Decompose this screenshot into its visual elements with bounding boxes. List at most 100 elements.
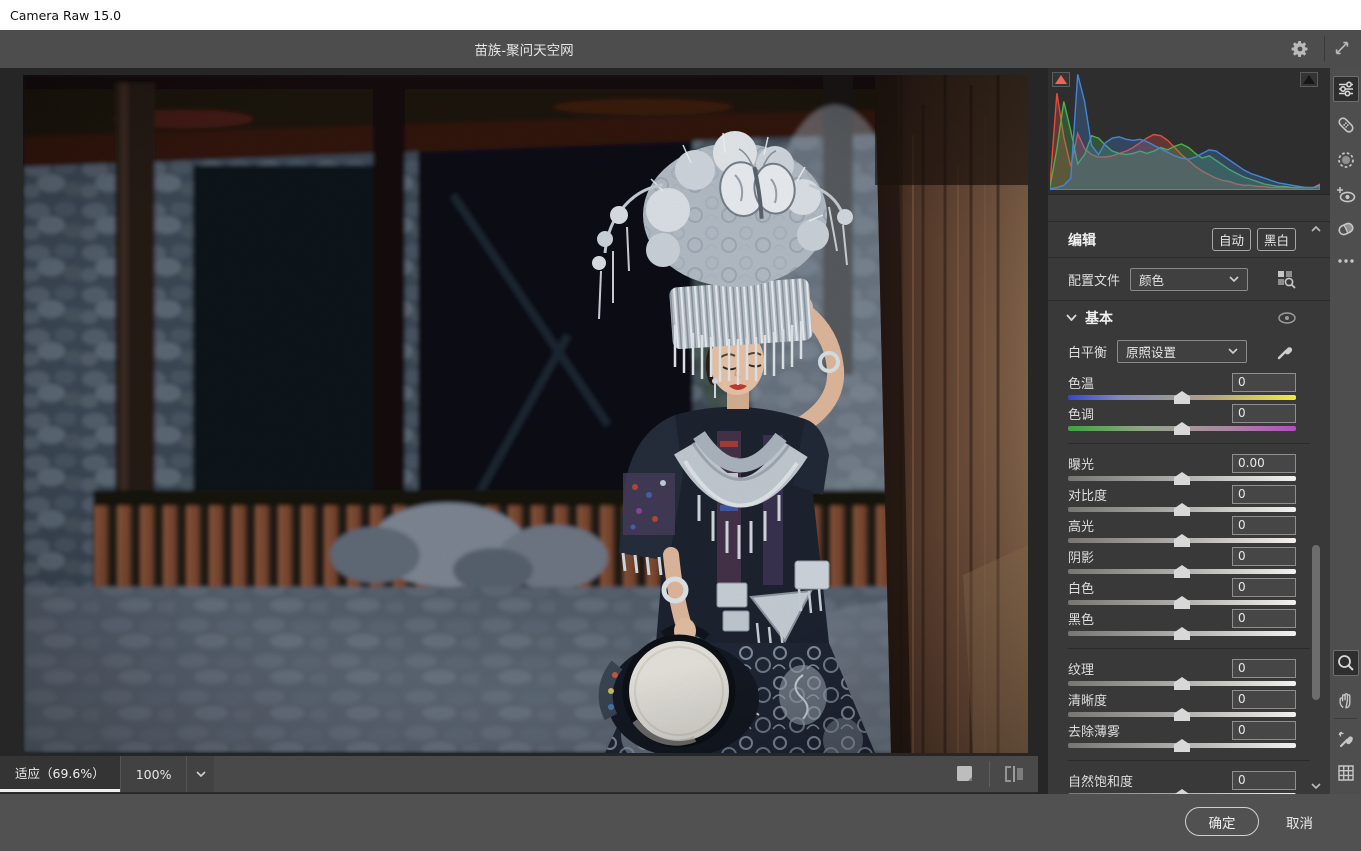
slider-track[interactable] bbox=[1068, 507, 1296, 512]
slider-thumb[interactable] bbox=[1174, 627, 1190, 640]
slider-track[interactable] bbox=[1068, 476, 1296, 481]
slider-value-field[interactable]: 0 bbox=[1232, 609, 1296, 628]
image-canvas bbox=[0, 68, 1038, 756]
slider-track[interactable] bbox=[1068, 631, 1296, 636]
masking-icon[interactable] bbox=[1333, 147, 1359, 173]
edit-title: 编辑 bbox=[1068, 230, 1096, 250]
profile-label: 配置文件 bbox=[1068, 270, 1120, 289]
slider-row-4: 高光 0 bbox=[1068, 515, 1296, 546]
grid-overlay-icon[interactable] bbox=[1333, 760, 1359, 786]
slider-value-field[interactable]: 0 bbox=[1232, 373, 1296, 392]
slider-label: 去除薄雾 bbox=[1068, 721, 1120, 740]
scroll-up-icon[interactable] bbox=[1308, 222, 1324, 236]
histogram-channel-blue bbox=[1050, 74, 1320, 190]
before-after-view-icon[interactable] bbox=[1002, 762, 1026, 786]
slider-row-11: 自然饱和度 0 bbox=[1068, 770, 1296, 795]
photo-grain bbox=[23, 75, 1028, 753]
auto-button[interactable]: 自动 bbox=[1212, 228, 1251, 251]
panel-scrollbar[interactable] bbox=[1308, 222, 1324, 793]
black-white-button[interactable]: 黑白 bbox=[1257, 228, 1296, 251]
slider-label: 色调 bbox=[1068, 404, 1094, 423]
edit-panel: 编辑 自动 黑白 配置文件 颜色 基本 白平衡 原照设置 bbox=[1048, 68, 1330, 795]
window-titlebar: Camera Raw 15.0 bbox=[0, 0, 1361, 30]
basic-section-header[interactable]: 基本 bbox=[1048, 301, 1330, 334]
chevron-down-icon bbox=[196, 771, 206, 777]
slider-value-field[interactable]: 0 bbox=[1232, 516, 1296, 535]
slider-row-3: 对比度 0 bbox=[1068, 484, 1296, 515]
slider-row-0: 色温 0 bbox=[1068, 372, 1296, 403]
section-divider bbox=[1068, 648, 1310, 649]
chevron-down-icon bbox=[1066, 314, 1077, 321]
white-balance-row: 白平衡 原照设置 bbox=[1048, 334, 1330, 368]
section-divider bbox=[1068, 760, 1310, 761]
slider-label: 清晰度 bbox=[1068, 690, 1107, 709]
zoom-level-dropdown[interactable] bbox=[186, 756, 214, 792]
profile-browser-icon[interactable] bbox=[1276, 269, 1296, 289]
slider-value-field[interactable]: 0 bbox=[1232, 771, 1296, 790]
document-header: 苗族-聚问天空网 bbox=[0, 30, 1361, 68]
section-visibility-eye-icon[interactable] bbox=[1278, 312, 1296, 324]
slider-row-6: 白色 0 bbox=[1068, 577, 1296, 608]
red-eye-icon[interactable] bbox=[1333, 182, 1359, 208]
slider-track[interactable] bbox=[1068, 743, 1296, 748]
slider-value-field[interactable]: 0 bbox=[1232, 659, 1296, 678]
slider-row-1: 色调 0 bbox=[1068, 403, 1296, 434]
zoom-level-value[interactable]: 100% bbox=[120, 756, 187, 792]
slider-thumb[interactable] bbox=[1174, 422, 1190, 435]
basic-section-title: 基本 bbox=[1085, 308, 1113, 328]
more-options-icon[interactable] bbox=[1333, 248, 1359, 274]
presets-icon[interactable] bbox=[1333, 216, 1359, 242]
slider-track[interactable] bbox=[1068, 681, 1296, 686]
slider-track[interactable] bbox=[1068, 712, 1296, 717]
slider-value-field[interactable]: 0 bbox=[1232, 721, 1296, 740]
white-balance-label: 白平衡 bbox=[1068, 342, 1107, 361]
healing-icon[interactable] bbox=[1333, 112, 1359, 138]
slider-row-7: 黑色 0 bbox=[1068, 608, 1296, 639]
slider-track[interactable] bbox=[1068, 569, 1296, 574]
scrollbar-thumb[interactable] bbox=[1312, 545, 1320, 700]
histogram-plot bbox=[1050, 72, 1320, 190]
tools-rail bbox=[1330, 68, 1361, 795]
histogram[interactable] bbox=[1048, 68, 1330, 195]
edit-header-row: 编辑 自动 黑白 bbox=[1048, 222, 1330, 258]
slider-value-field[interactable]: 0 bbox=[1232, 690, 1296, 709]
white-balance-select[interactable]: 原照设置 bbox=[1117, 340, 1247, 363]
hand-icon[interactable] bbox=[1333, 687, 1359, 713]
cancel-button[interactable]: 取消 bbox=[1278, 807, 1321, 836]
ok-button[interactable]: 确定 bbox=[1185, 807, 1259, 836]
white-balance-picker-icon[interactable] bbox=[1333, 726, 1359, 752]
slider-value-field[interactable]: 0 bbox=[1232, 547, 1296, 566]
highlight-clipping-toggle[interactable] bbox=[1300, 72, 1318, 87]
preview-toggle-icon[interactable] bbox=[953, 762, 977, 786]
slider-value-field[interactable]: 0 bbox=[1232, 404, 1296, 423]
highlight-clipping-icon bbox=[1303, 75, 1315, 84]
slider-track[interactable] bbox=[1068, 600, 1296, 605]
slider-thumb[interactable] bbox=[1174, 739, 1190, 752]
slider-label: 阴影 bbox=[1068, 547, 1094, 566]
dialog-footer: 确定 取消 bbox=[0, 794, 1361, 851]
zoom-icon[interactable] bbox=[1333, 650, 1359, 676]
profile-row: 配置文件 颜色 bbox=[1048, 258, 1330, 301]
settings-gear-icon[interactable] bbox=[1290, 39, 1310, 59]
toggle-fullscreen-icon[interactable] bbox=[1333, 39, 1353, 59]
slider-row-8: 纹理 0 bbox=[1068, 658, 1296, 689]
slider-track[interactable] bbox=[1068, 426, 1296, 431]
slider-value-field[interactable]: 0 bbox=[1232, 578, 1296, 597]
profile-selected-value: 颜色 bbox=[1139, 270, 1221, 289]
zoombar-divider bbox=[989, 761, 990, 787]
slider-value-field[interactable]: 0 bbox=[1232, 485, 1296, 504]
shadow-clipping-toggle[interactable] bbox=[1052, 72, 1070, 87]
profile-select[interactable]: 颜色 bbox=[1130, 268, 1248, 291]
zoom-fit-tab[interactable]: 适应（69.6%） bbox=[0, 756, 120, 792]
slider-label: 自然饱和度 bbox=[1068, 771, 1133, 790]
slider-value-field[interactable]: 0.00 bbox=[1232, 454, 1296, 473]
photo-preview[interactable] bbox=[23, 75, 1028, 753]
edit-sliders-icon[interactable] bbox=[1333, 76, 1359, 102]
basic-sliders: 色温 0 色调 0 曝光 0.00 对比度 0 高光 bbox=[1048, 368, 1330, 795]
white-balance-eyedropper-icon[interactable] bbox=[1276, 341, 1296, 361]
scroll-down-icon[interactable] bbox=[1308, 779, 1324, 793]
white-balance-selected-value: 原照设置 bbox=[1126, 342, 1220, 361]
slider-track[interactable] bbox=[1068, 538, 1296, 543]
slider-label: 黑色 bbox=[1068, 609, 1094, 628]
slider-track[interactable] bbox=[1068, 395, 1296, 400]
